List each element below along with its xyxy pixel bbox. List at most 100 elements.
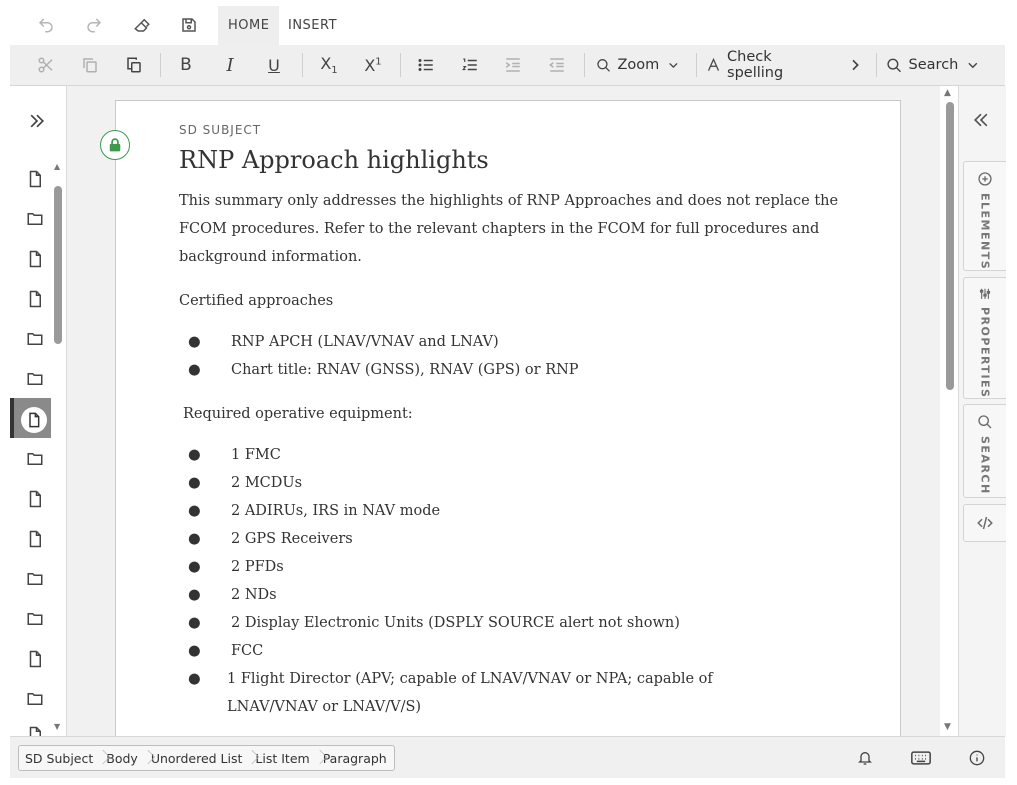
- numbered-list-icon[interactable]: [458, 45, 482, 85]
- subscript-icon[interactable]: X1: [316, 45, 342, 85]
- editor-scrollbar-thumb[interactable]: [946, 102, 954, 390]
- folder-icon[interactable]: [24, 368, 46, 390]
- lock-icon[interactable]: [100, 130, 130, 160]
- search-label: Search: [908, 57, 959, 73]
- list-item[interactable]: ● 1 FMC: [179, 441, 859, 469]
- list-item[interactable]: ● RNP APCH (LNAV/VNAV and LNAV): [179, 328, 859, 356]
- file-icon[interactable]: [24, 528, 46, 550]
- bold-icon[interactable]: B: [174, 45, 198, 85]
- zoom-dropdown[interactable]: Zoom: [596, 45, 680, 85]
- keyboard-icon[interactable]: [908, 745, 934, 771]
- indent-icon[interactable]: [501, 45, 525, 85]
- bullet: ●: [188, 587, 201, 603]
- save-icon[interactable]: [167, 4, 211, 45]
- editor-scrollbar[interactable]: ▲ ▼: [940, 86, 958, 736]
- tab-insert[interactable]: INSERT: [278, 6, 347, 45]
- check-spelling-button[interactable]: Check spelling: [706, 45, 826, 85]
- list-item-text: 2 GPS Receivers: [231, 531, 353, 547]
- folder-icon[interactable]: [24, 328, 46, 350]
- bullet: ●: [188, 475, 201, 491]
- undo-icon[interactable]: [24, 4, 68, 45]
- file-icon[interactable]: [21, 407, 47, 433]
- list-item-text: 1 FMC: [231, 447, 281, 463]
- bullet: ●: [188, 334, 201, 350]
- copy-icon[interactable]: [78, 45, 102, 85]
- toolbar-divider: [696, 53, 697, 77]
- list-item-text: 1 Flight Director (APV; capable of LNAV/…: [227, 671, 713, 715]
- breadcrumb-item[interactable]: Paragraph: [317, 746, 394, 770]
- nav-selection-bar: [10, 398, 14, 438]
- list-item[interactable]: ● FCC: [179, 637, 859, 665]
- search-tab-label: SEARCH: [978, 436, 992, 495]
- scroll-down-arrow[interactable]: ▼: [944, 722, 951, 732]
- file-icon[interactable]: [24, 288, 46, 310]
- tab-home[interactable]: HOME: [218, 6, 280, 45]
- folder-icon[interactable]: [24, 208, 46, 230]
- list-item[interactable]: ● 2 GPS Receivers: [179, 525, 859, 553]
- folder-icon[interactable]: [24, 688, 46, 710]
- status-bar: SD Subject Body Unordered List List Item…: [10, 736, 1005, 778]
- toolbar-divider: [876, 53, 877, 77]
- scroll-up-arrow[interactable]: ▲: [944, 88, 951, 98]
- list-item[interactable]: ● 2 NDs: [179, 581, 859, 609]
- scroll-up-arrow[interactable]: ▲: [54, 162, 60, 171]
- list-item[interactable]: ● 2 MCDUs: [179, 469, 859, 497]
- breadcrumb-item[interactable]: SD Subject: [19, 746, 100, 770]
- file-icon[interactable]: [24, 648, 46, 670]
- tab-search[interactable]: SEARCH: [963, 404, 1006, 498]
- search-dropdown[interactable]: Search: [886, 45, 980, 85]
- list-item[interactable]: ● Chart title: RNAV (GNSS), RNAV (GPS) or…: [179, 356, 859, 384]
- superscript-icon[interactable]: X1: [360, 45, 386, 85]
- collapse-panel-icon[interactable]: [971, 110, 991, 134]
- page-title[interactable]: RNP Approach highlights: [179, 146, 859, 174]
- breadcrumb: SD Subject Body Unordered List List Item…: [18, 745, 395, 771]
- folder-icon[interactable]: [24, 608, 46, 630]
- toolbar-divider: [302, 53, 303, 77]
- eraser-icon[interactable]: [120, 4, 164, 45]
- bullet-list-icon[interactable]: [414, 45, 438, 85]
- italic-icon[interactable]: I: [218, 45, 242, 85]
- list-item-text: FCC: [231, 643, 264, 659]
- intro-paragraph[interactable]: This summary only addresses the highligh…: [179, 187, 859, 271]
- toolbar-divider: [160, 53, 161, 77]
- cut-icon[interactable]: [34, 45, 58, 85]
- file-icon[interactable]: [24, 726, 46, 736]
- list-item[interactable]: ● 2 Display Electronic Units (DSPLY SOURC…: [179, 609, 859, 637]
- bullet: ●: [188, 671, 201, 687]
- tab-properties[interactable]: PROPERTIES: [963, 277, 1006, 399]
- search-icon: [887, 58, 901, 72]
- toolbar-divider: [584, 53, 585, 77]
- file-icon[interactable]: [24, 488, 46, 510]
- breadcrumb-item[interactable]: Unordered List: [145, 746, 250, 770]
- bell-icon[interactable]: [852, 745, 878, 771]
- paste-icon[interactable]: [122, 45, 146, 85]
- folder-icon[interactable]: [24, 568, 46, 590]
- equipment-heading[interactable]: Required operative equipment:: [179, 400, 859, 428]
- document-page[interactable]: SD SUBJECT RNP Approach highlights This …: [100, 100, 901, 736]
- list-item-text: 2 ADIRUs, IRS in NAV mode: [231, 503, 441, 519]
- bullet: ●: [188, 503, 201, 519]
- breadcrumb-item[interactable]: List Item: [249, 746, 316, 770]
- document-content[interactable]: SD SUBJECT RNP Approach highlights This …: [179, 123, 859, 721]
- breadcrumb-item[interactable]: Body: [100, 746, 145, 770]
- chevron-right-icon[interactable]: [844, 45, 866, 85]
- scroll-down-arrow[interactable]: ▼: [54, 722, 60, 731]
- tab-code[interactable]: [963, 504, 1006, 542]
- tab-elements[interactable]: ELEMENTS: [963, 161, 1006, 271]
- underline-icon[interactable]: U: [262, 45, 286, 85]
- bullet: ●: [188, 531, 201, 547]
- file-icon[interactable]: [24, 248, 46, 270]
- certified-heading[interactable]: Certified approaches: [179, 287, 859, 315]
- expand-panel-icon[interactable]: [26, 110, 48, 132]
- list-item[interactable]: ● 2 ADIRUs, IRS in NAV mode: [179, 497, 859, 525]
- outdent-icon[interactable]: [545, 45, 569, 85]
- outline-scrollbar-thumb[interactable]: [54, 186, 62, 344]
- file-icon[interactable]: [24, 168, 46, 190]
- redo-icon[interactable]: [72, 4, 116, 45]
- plus-circle-icon: [978, 172, 992, 186]
- list-item-text: 2 MCDUs: [231, 475, 303, 491]
- list-item[interactable]: ● 2 PFDs: [179, 553, 859, 581]
- list-item[interactable]: ● 1 Flight Director (APV; capable of LNAV…: [179, 665, 787, 721]
- folder-icon[interactable]: [24, 448, 46, 470]
- info-icon[interactable]: [964, 745, 990, 771]
